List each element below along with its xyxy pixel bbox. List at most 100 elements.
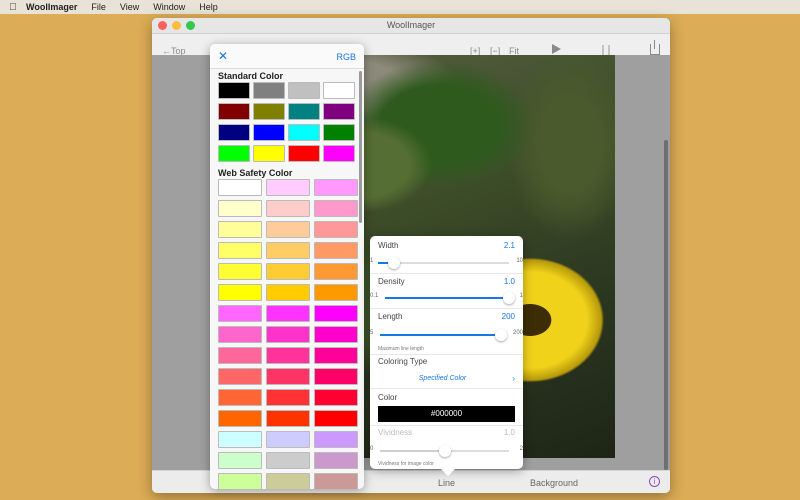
standard-color-heading: Standard Color — [218, 71, 284, 81]
standard-color-swatch[interactable] — [218, 103, 250, 120]
standard-color-swatch[interactable] — [323, 145, 355, 162]
picker-scrollbar[interactable] — [359, 71, 362, 223]
menu-help[interactable]: Help — [199, 2, 218, 12]
web-safety-color-swatch[interactable] — [314, 452, 358, 469]
web-safety-color-heading: Web Safety Color — [218, 168, 293, 178]
web-safety-color-swatch[interactable] — [218, 179, 262, 196]
rgb-button[interactable]: RGB — [336, 52, 356, 62]
web-safety-color-swatch[interactable] — [266, 263, 310, 280]
web-safety-color-swatch[interactable] — [218, 263, 262, 280]
web-safety-color-swatch[interactable] — [218, 200, 262, 217]
web-safety-color-swatch[interactable] — [266, 284, 310, 301]
standard-color-swatch[interactable] — [288, 124, 320, 141]
length-slider-knob[interactable] — [495, 329, 507, 341]
web-safety-color-swatch[interactable] — [218, 305, 262, 322]
density-slider-knob[interactable] — [503, 292, 515, 304]
coloring-type-select[interactable]: Specified Color — [370, 375, 515, 382]
density-slider[interactable]: 0.1 1 — [370, 292, 523, 304]
web-safety-color-swatch[interactable] — [314, 473, 358, 489]
web-safety-color-swatch[interactable] — [266, 200, 310, 217]
length-note: Maximum line length — [378, 346, 424, 352]
length-slider[interactable]: 5 200 — [370, 329, 523, 341]
standard-color-swatch[interactable] — [253, 124, 285, 141]
web-safety-color-swatch[interactable] — [314, 431, 358, 448]
web-safety-color-swatch[interactable] — [218, 452, 262, 469]
standard-color-swatch[interactable] — [253, 103, 285, 120]
web-safety-color-swatch[interactable] — [218, 284, 262, 301]
web-safety-color-swatch[interactable] — [266, 431, 310, 448]
menu-window[interactable]: Window — [153, 2, 185, 12]
info-icon[interactable]: i — [649, 476, 660, 487]
close-icon[interactable]: ✕ — [218, 49, 228, 63]
standard-color-swatch[interactable] — [323, 124, 355, 141]
web-safety-color-swatch[interactable] — [218, 473, 262, 489]
color-picker-popover: ✕ RGB Standard Color Web Safety Color — [210, 44, 364, 489]
web-safety-color-swatch[interactable] — [218, 410, 262, 427]
standard-color-swatch[interactable] — [218, 145, 250, 162]
tab-line[interactable]: Line — [438, 478, 455, 488]
web-safety-color-swatch[interactable] — [218, 389, 262, 406]
divider — [370, 354, 523, 355]
web-safety-color-swatch[interactable] — [314, 263, 358, 280]
chevron-right-icon[interactable]: › — [512, 374, 515, 383]
web-safety-color-swatch[interactable] — [266, 347, 310, 364]
standard-color-swatch[interactable] — [323, 82, 355, 99]
standard-color-swatch[interactable] — [218, 124, 250, 141]
apple-menu-icon[interactable]:  — [0, 2, 26, 13]
web-safety-color-swatch[interactable] — [314, 368, 358, 385]
web-safety-color-swatch[interactable] — [218, 242, 262, 259]
web-safety-color-swatch[interactable] — [266, 473, 310, 489]
share-icon[interactable] — [650, 40, 660, 55]
divider — [370, 388, 523, 389]
color-label: Color — [378, 393, 398, 402]
web-safety-color-swatch[interactable] — [266, 179, 310, 196]
web-safety-color-swatch[interactable] — [314, 347, 358, 364]
web-safety-color-swatch[interactable] — [266, 242, 310, 259]
web-safety-color-swatch[interactable] — [314, 326, 358, 343]
line-settings-popover: Width 2.1 1 10 Density 1.0 0.1 1 Length … — [370, 236, 523, 477]
web-safety-color-swatch[interactable] — [314, 410, 358, 427]
width-track — [378, 257, 509, 269]
web-safety-color-swatch[interactable] — [266, 389, 310, 406]
divider — [370, 425, 523, 426]
menu-view[interactable]: View — [120, 2, 139, 12]
standard-color-swatch[interactable] — [253, 145, 285, 162]
web-safety-color-swatch[interactable] — [266, 326, 310, 343]
web-safety-color-swatch[interactable] — [314, 305, 358, 322]
standard-color-swatch[interactable] — [288, 82, 320, 99]
web-safety-color-swatch[interactable] — [218, 347, 262, 364]
web-safety-color-swatch[interactable] — [314, 242, 358, 259]
vividness-slider-knob[interactable] — [438, 445, 451, 457]
standard-color-swatch[interactable] — [323, 103, 355, 120]
web-safety-color-swatch[interactable] — [314, 221, 358, 238]
web-safety-color-swatch[interactable] — [218, 368, 262, 385]
web-safety-color-swatch[interactable] — [266, 452, 310, 469]
canvas-scrollbar[interactable] — [664, 140, 668, 470]
color-value-swatch[interactable]: #000000 — [378, 406, 515, 422]
play-icon[interactable] — [552, 44, 561, 54]
standard-color-swatch[interactable] — [253, 82, 285, 99]
pause-icon[interactable] — [602, 45, 610, 55]
web-safety-color-swatch[interactable] — [314, 179, 358, 196]
standard-color-swatch[interactable] — [288, 103, 320, 120]
web-safety-color-swatch[interactable] — [314, 389, 358, 406]
web-safety-color-swatch[interactable] — [266, 305, 310, 322]
web-safety-color-swatch[interactable] — [266, 368, 310, 385]
standard-color-swatch[interactable] — [288, 145, 320, 162]
web-safety-color-swatch[interactable] — [314, 200, 358, 217]
coloring-type-row: Coloring Type — [378, 357, 515, 366]
vividness-slider[interactable]: 0 2 — [370, 445, 523, 457]
web-safety-color-swatch[interactable] — [266, 221, 310, 238]
menu-file[interactable]: File — [91, 2, 106, 12]
web-safety-color-swatch[interactable] — [218, 431, 262, 448]
web-safety-color-swatch[interactable] — [218, 326, 262, 343]
width-slider-knob[interactable] — [387, 257, 400, 269]
menu-app[interactable]: WoolImager — [26, 2, 77, 12]
web-safety-color-swatch[interactable] — [218, 221, 262, 238]
vividness-label: Vividness — [378, 428, 413, 437]
standard-color-swatch[interactable] — [218, 82, 250, 99]
web-safety-color-swatch[interactable] — [314, 284, 358, 301]
web-safety-color-swatch[interactable] — [266, 410, 310, 427]
width-slider[interactable]: 1 10 — [370, 257, 523, 269]
tab-background[interactable]: Background — [530, 478, 578, 488]
